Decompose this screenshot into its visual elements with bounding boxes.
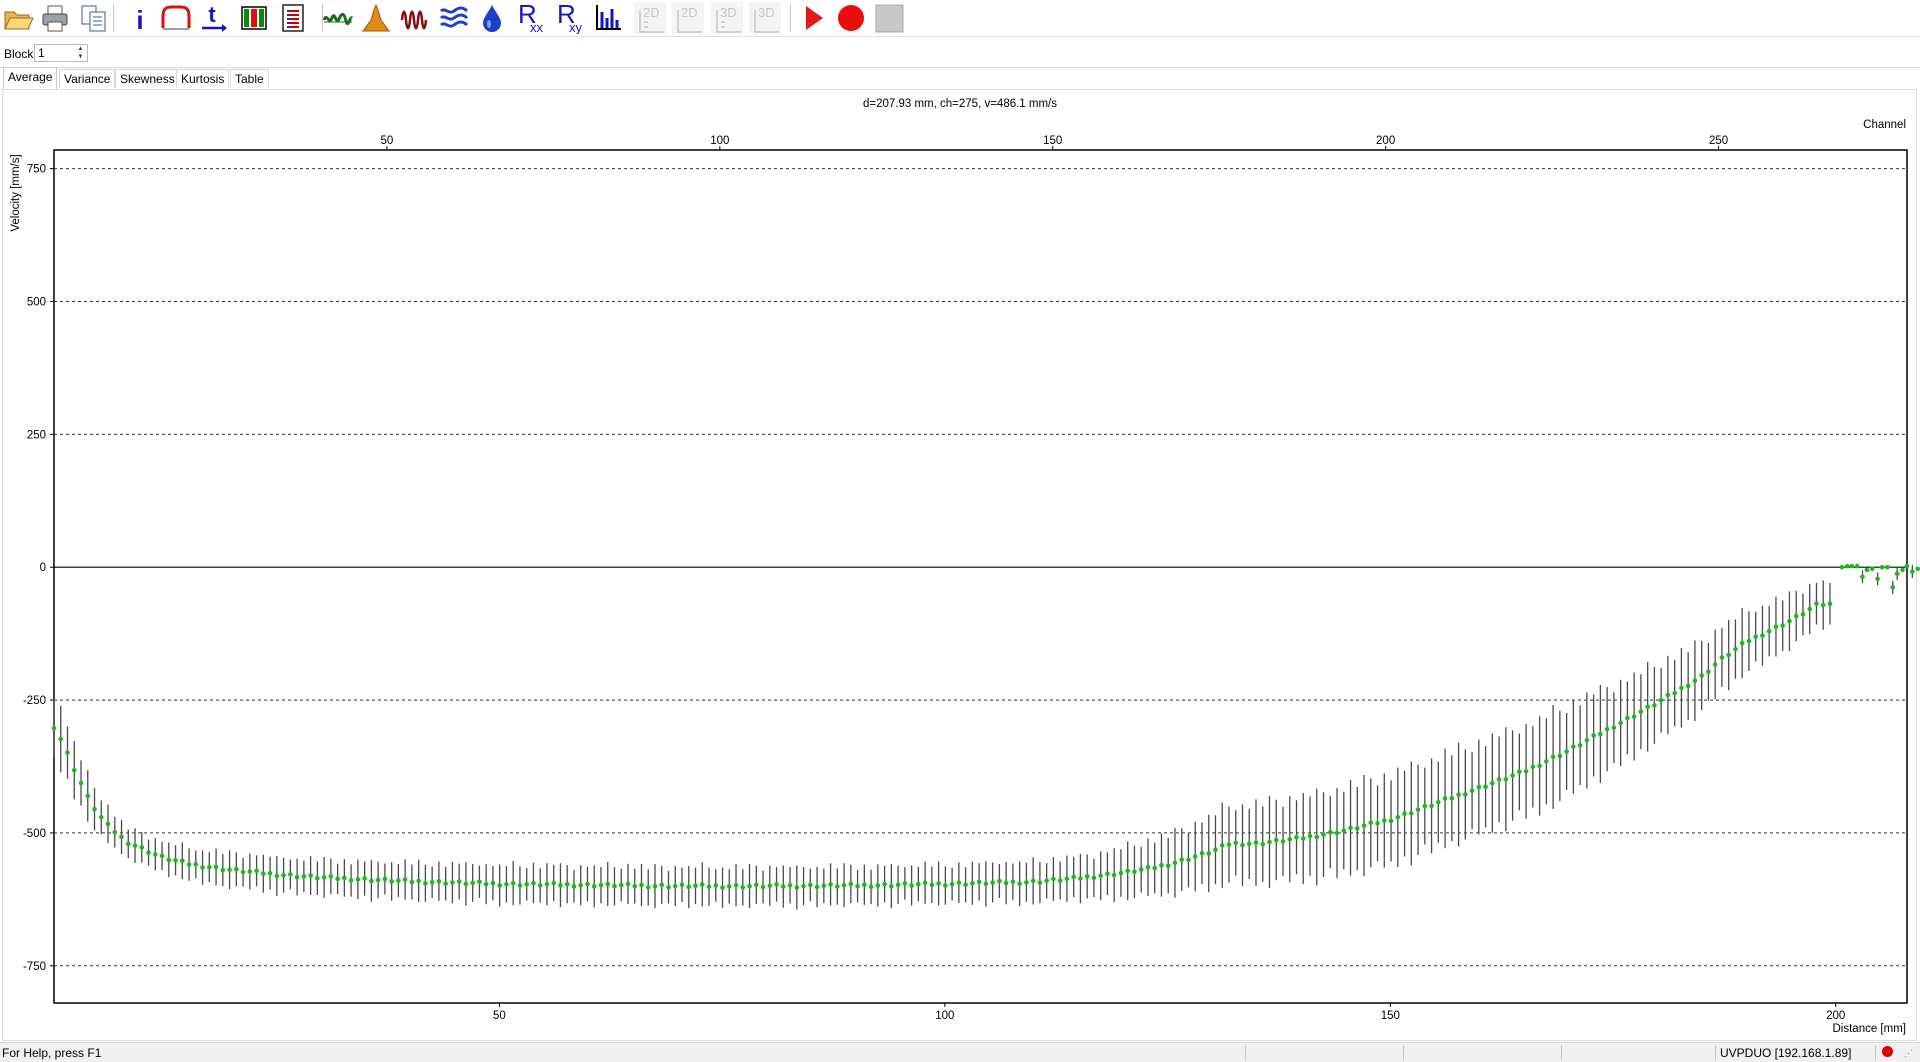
resize-grip-icon[interactable]: ⋰ bbox=[1904, 1048, 1913, 1059]
status-divider bbox=[1715, 1045, 1716, 1060]
tab-skewness[interactable]: Skewness bbox=[115, 69, 180, 88]
water-drop-icon[interactable] bbox=[476, 2, 508, 34]
status-divider bbox=[1403, 1045, 1404, 1060]
bar-chart-icon[interactable] bbox=[592, 2, 624, 34]
profile-window-icon[interactable] bbox=[160, 2, 192, 34]
rxy-icon[interactable]: Rxy bbox=[554, 2, 586, 34]
tab-average[interactable]: Average bbox=[3, 67, 57, 89]
toolbar: i t RxxRxy 2D 2D 3D 3D bbox=[0, 0, 1920, 37]
status-help-text: For Help, press F1 bbox=[2, 1046, 101, 1060]
colormap-icon[interactable] bbox=[238, 2, 270, 34]
svg-text:3D: 3D bbox=[758, 5, 775, 20]
time-axis-icon[interactable]: t bbox=[198, 2, 230, 34]
rxx-icon[interactable]: Rxx bbox=[515, 2, 547, 34]
block-spin-up-icon[interactable]: ▲ bbox=[74, 45, 87, 53]
3d-icon[interactable]: 3D bbox=[711, 2, 743, 34]
play-icon[interactable] bbox=[797, 2, 829, 34]
block-bar: Block bbox=[0, 37, 1920, 68]
block-spin-down-icon[interactable]: ▼ bbox=[74, 53, 87, 61]
waveform-icon[interactable] bbox=[399, 2, 431, 34]
connection-status: UVPDUO [192.168.1.89] bbox=[1720, 1046, 1851, 1060]
block-label: Block bbox=[4, 47, 33, 61]
tab-variance[interactable]: Variance bbox=[59, 69, 115, 88]
waves-icon[interactable] bbox=[438, 2, 470, 34]
status-divider bbox=[1875, 1045, 1876, 1060]
stop-icon[interactable] bbox=[873, 2, 905, 34]
svg-text:2D: 2D bbox=[643, 5, 660, 20]
record-icon[interactable] bbox=[835, 2, 867, 34]
tab-bar: Average Variance Skewness Kurtosis Table bbox=[0, 69, 1920, 89]
svg-text:t: t bbox=[208, 2, 216, 27]
toolbar-separator bbox=[113, 4, 114, 32]
toolbar-separator bbox=[790, 4, 791, 32]
open-file-icon[interactable] bbox=[2, 2, 34, 34]
copy-icon[interactable] bbox=[78, 2, 110, 34]
status-bar: For Help, press F1 UVPDUO [192.168.1.89]… bbox=[0, 1042, 1920, 1062]
svg-text:2D: 2D bbox=[681, 5, 698, 20]
status-divider bbox=[1245, 1045, 1246, 1060]
tab-kurtosis[interactable]: Kurtosis bbox=[176, 69, 229, 88]
chart-panel bbox=[2, 89, 1917, 1041]
table-view-icon[interactable] bbox=[277, 2, 309, 34]
recording-indicator-icon bbox=[1882, 1046, 1893, 1057]
tab-table[interactable]: Table bbox=[230, 69, 269, 88]
2d-alt-icon[interactable]: 2D bbox=[672, 2, 704, 34]
print-icon[interactable] bbox=[39, 2, 71, 34]
svg-text:xx: xx bbox=[530, 20, 544, 34]
2d-icon[interactable]: 2D bbox=[634, 2, 666, 34]
svg-text:xy: xy bbox=[569, 20, 583, 34]
toolbar-separator bbox=[322, 4, 323, 32]
signal-icon[interactable] bbox=[322, 2, 354, 34]
histogram-icon[interactable] bbox=[360, 2, 392, 34]
svg-text:i: i bbox=[136, 5, 143, 34]
3d-alt-icon[interactable]: 3D bbox=[749, 2, 781, 34]
svg-text:3D: 3D bbox=[720, 5, 737, 20]
status-divider bbox=[1561, 1045, 1562, 1060]
info-icon[interactable]: i bbox=[124, 2, 156, 34]
